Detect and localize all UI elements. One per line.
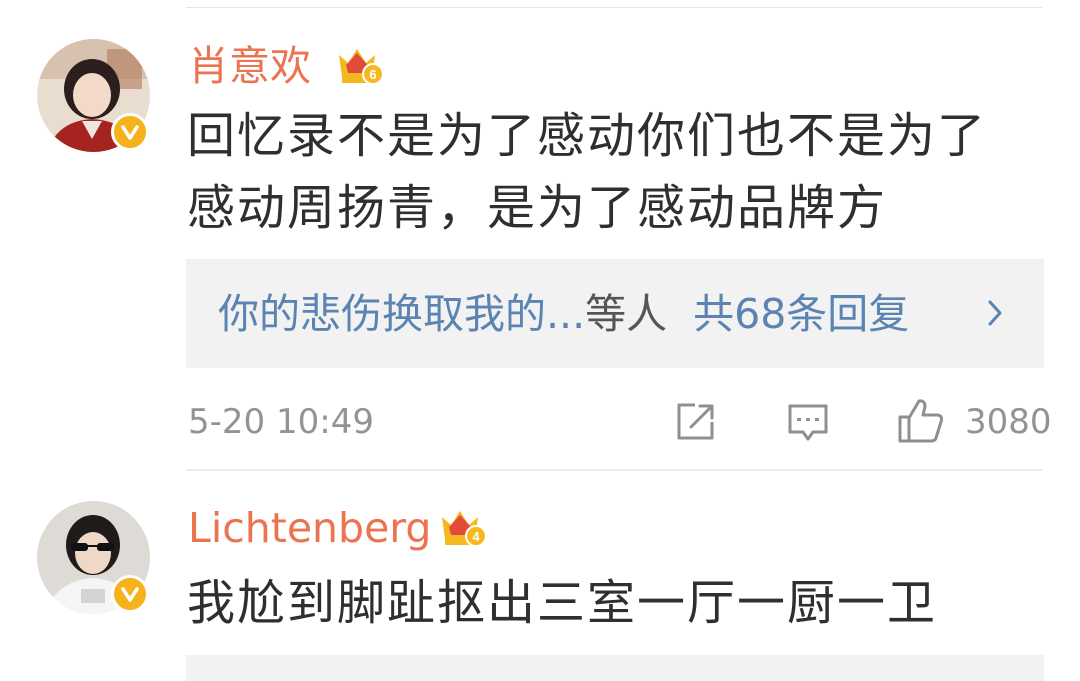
comment-icon[interactable] bbox=[786, 401, 830, 449]
crown-badge-icon: 6 bbox=[335, 43, 385, 87]
crown-level: 4 bbox=[472, 529, 480, 544]
share-icon[interactable] bbox=[673, 400, 717, 448]
divider bbox=[186, 469, 1042, 471]
comment-text-line: 我尬到脚趾抠出三室一厅一厨一卫 bbox=[187, 575, 938, 631]
chevron-right-icon[interactable] bbox=[986, 296, 1006, 334]
replies-preview[interactable]: 你的悲伤换取我的...等人 共68条回复 bbox=[186, 259, 1044, 368]
comment-text: 我尬到脚趾抠出三室一厅一厨一卫 bbox=[187, 567, 1047, 639]
like-count: 3080 bbox=[965, 402, 1052, 442]
username[interactable]: 肖意欢 bbox=[188, 41, 311, 91]
username[interactable]: Lichtenberg bbox=[188, 503, 431, 553]
crown-badge-icon: 4 bbox=[438, 505, 488, 549]
timestamp: 5-20 10:49 bbox=[188, 402, 374, 442]
comment-text: 回忆录不是为了感动你们也不是为了 感动周扬青，是为了感动品牌方 bbox=[187, 100, 1047, 244]
comment-text-line: 回忆录不是为了感动你们也不是为了 bbox=[187, 108, 988, 164]
verified-v-icon bbox=[111, 575, 149, 613]
thumbs-up-icon[interactable] bbox=[897, 396, 945, 448]
replies-preview[interactable] bbox=[186, 655, 1044, 681]
reply-count-link[interactable]: 共68条回复 bbox=[693, 290, 909, 338]
reply-preview-text[interactable]: 你的悲伤换取我的... bbox=[218, 290, 585, 338]
comment-text-line: 感动周扬青，是为了感动品牌方 bbox=[187, 180, 888, 236]
reply-others-text: 等人 bbox=[585, 290, 668, 338]
divider bbox=[186, 7, 1042, 8]
verified-v-icon bbox=[111, 113, 149, 151]
crown-level: 6 bbox=[369, 67, 376, 82]
